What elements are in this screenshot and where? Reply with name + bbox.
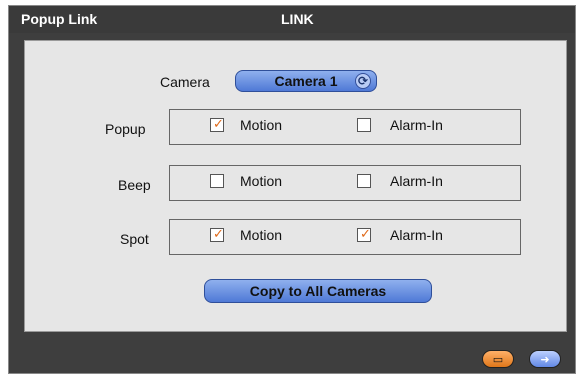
save-icon: ▭: [492, 353, 504, 366]
row-label-popup: Popup: [105, 121, 146, 137]
popup-alarm-label: Alarm-In: [390, 117, 443, 133]
beep-motion-checkbox[interactable]: [210, 174, 224, 188]
camera-select[interactable]: Camera 1 ⟳: [235, 70, 377, 92]
check-icon: ✓: [213, 116, 224, 131]
check-icon: ✓: [360, 226, 371, 241]
popup-alarm-checkbox[interactable]: [357, 118, 371, 132]
popup-motion-checkbox[interactable]: ✓: [210, 116, 224, 132]
exit-icon: ➜: [540, 353, 550, 366]
title-bar: Popup Link LINK: [9, 6, 575, 33]
spot-alarm-label: Alarm-In: [390, 227, 443, 243]
beep-alarm-label: Alarm-In: [390, 173, 443, 189]
row-group-beep: Motion Alarm-In: [169, 165, 521, 201]
spot-motion-checkbox[interactable]: ✓: [210, 226, 224, 242]
copy-to-all-cameras-button[interactable]: Copy to All Cameras: [204, 279, 432, 303]
camera-label: Camera: [160, 74, 210, 90]
save-button[interactable]: ▭: [482, 350, 514, 368]
row-label-spot: Spot: [120, 231, 149, 247]
beep-motion-label: Motion: [240, 173, 283, 189]
settings-panel: Camera Camera 1 ⟳ Popup ✓ Motion Alarm-I…: [24, 40, 567, 332]
window-title: Popup Link: [21, 11, 98, 27]
row-label-beep: Beep: [118, 177, 151, 193]
popup-link-window: Popup Link LINK Camera Camera 1 ⟳ Popup …: [8, 5, 576, 374]
refresh-icon[interactable]: ⟳: [355, 73, 371, 89]
window-subtitle: LINK: [281, 11, 314, 27]
beep-alarm-checkbox[interactable]: [357, 174, 371, 188]
popup-motion-label: Motion: [240, 117, 283, 133]
spot-alarm-checkbox[interactable]: ✓: [357, 226, 371, 242]
row-group-popup: ✓ Motion Alarm-In: [169, 109, 521, 145]
spot-motion-label: Motion: [240, 227, 283, 243]
check-icon: ✓: [213, 226, 224, 241]
exit-button[interactable]: ➜: [529, 350, 561, 368]
camera-select-value: Camera 1: [274, 73, 338, 89]
row-group-spot: ✓ Motion ✓ Alarm-In: [169, 219, 521, 255]
